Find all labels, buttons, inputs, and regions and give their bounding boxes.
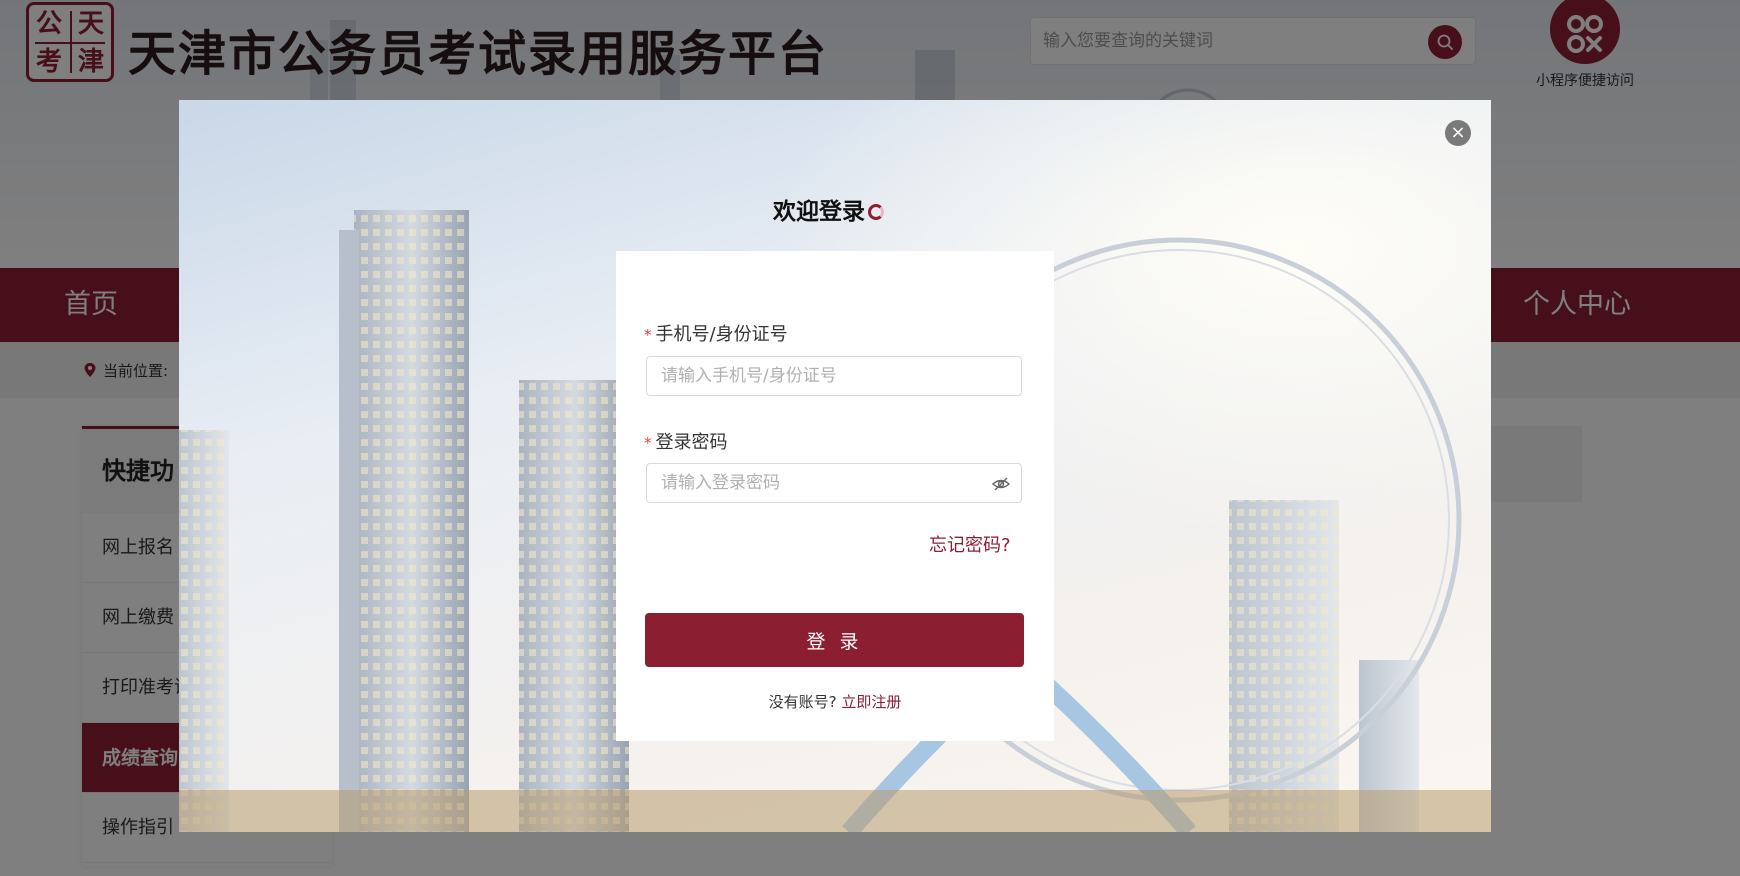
password-input[interactable] xyxy=(661,472,991,494)
no-account-text: 没有账号? xyxy=(768,693,837,711)
required-mark: * xyxy=(644,434,652,452)
login-button[interactable]: 登 录 xyxy=(645,613,1024,667)
account-label: * 手机号/身份证号 xyxy=(644,320,788,346)
account-input[interactable] xyxy=(661,365,991,387)
account-field xyxy=(646,356,1022,396)
login-modal: × 欢迎登录 *手机号/身份证号 *登录密码 忘记密码? 登 录 没有账号? 立… xyxy=(179,100,1491,832)
required-mark: * xyxy=(644,326,652,344)
modal-title: 欢迎登录 xyxy=(773,192,884,226)
loading-spinner-icon xyxy=(868,204,884,220)
welcome-text: 欢迎登录 xyxy=(773,199,865,225)
close-button[interactable]: × xyxy=(1445,120,1471,146)
password-field xyxy=(646,463,1022,503)
forgot-password-link[interactable]: 忘记密码? xyxy=(929,531,1011,557)
register-link[interactable]: 立即注册 xyxy=(841,693,901,711)
account-label-text: 手机号/身份证号 xyxy=(655,324,788,345)
login-form: *手机号/身份证号 *登录密码 忘记密码? 登 录 没有账号? 立即注册 xyxy=(616,251,1054,741)
password-label: * 登录密码 xyxy=(644,428,728,454)
password-label-text: 登录密码 xyxy=(655,432,728,453)
eye-hidden-icon[interactable] xyxy=(991,474,1011,494)
register-prompt: 没有账号? 立即注册 xyxy=(616,691,1054,712)
